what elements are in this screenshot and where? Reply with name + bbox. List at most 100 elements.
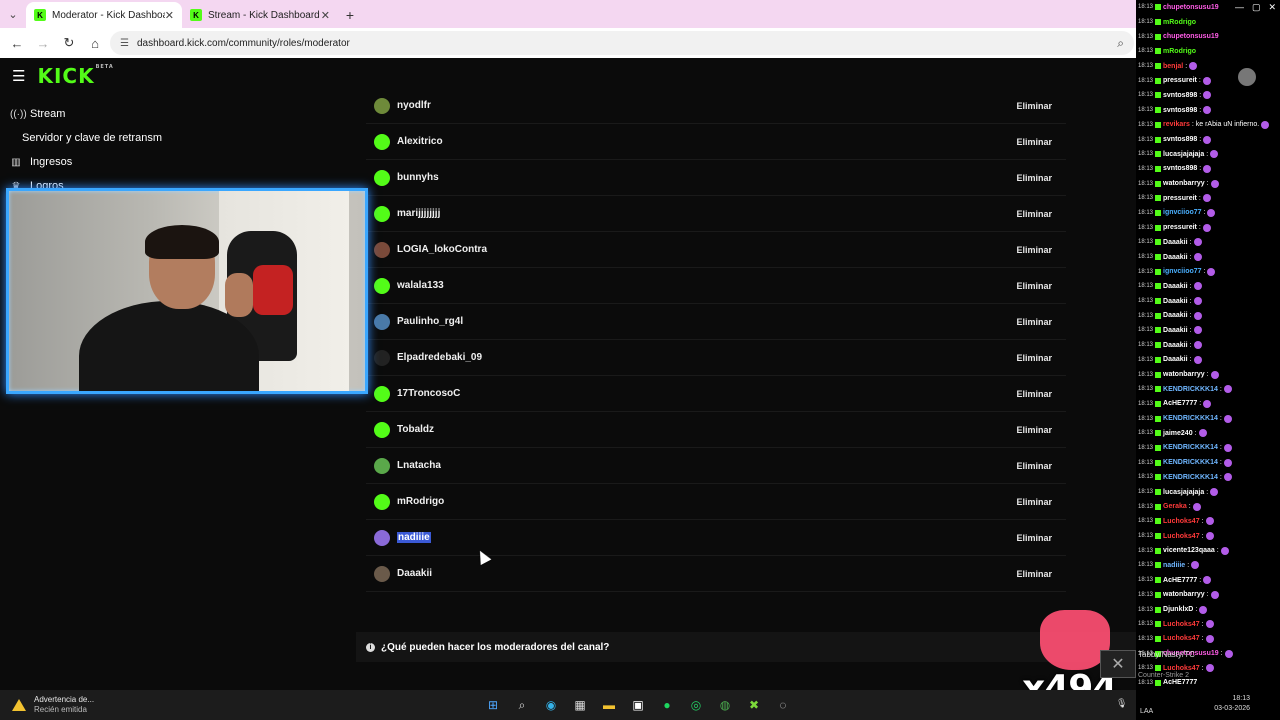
reload-icon[interactable]: ↻ [58,32,80,54]
moderator-name[interactable]: Alexitrico [397,136,1016,147]
chat-username[interactable]: svntos898 [1163,136,1197,143]
moderator-name[interactable]: nyodlfr [397,100,1016,111]
site-info-icon[interactable]: ☰ [120,38,129,49]
moderator-name[interactable]: Paulinho_rg4l [397,316,1016,327]
avatar[interactable] [374,565,390,582]
chat-username[interactable]: Daaakii [1163,356,1188,363]
moderator-name[interactable]: 17TroncosoC [397,388,1016,399]
chat-username[interactable]: ignvciioo77 [1163,268,1202,275]
moderator-name[interactable]: mRodrigo [397,496,1016,507]
chat-username[interactable]: KENDRICKKK14 [1163,386,1218,393]
forward-icon[interactable]: → [32,32,54,54]
chat-username[interactable]: pressureit [1163,195,1197,202]
chat-username[interactable]: svntos898 [1163,165,1197,172]
chat-username[interactable]: Daaakii [1163,254,1188,261]
chat-username[interactable]: chupetonsusu19 [1163,4,1219,11]
chat-username[interactable]: KENDRICKKK14 [1163,444,1218,451]
chrome-icon[interactable]: ◍ [714,694,736,716]
chat-username[interactable]: Daaakii [1163,342,1188,349]
avatar[interactable] [374,241,390,258]
chat-username[interactable]: Geraka [1163,503,1187,510]
sidebar-item-server-key[interactable]: Servidor y clave de retransm [0,126,200,150]
windows-start-icon[interactable]: ⊞ [482,694,504,716]
avatar[interactable] [374,457,390,474]
chat-username[interactable]: Luchoks47 [1163,518,1200,525]
tab-moderator[interactable]: K Moderator - Kick Dashboard ✕ [26,2,182,28]
avatar[interactable] [374,133,390,150]
moderator-name[interactable]: Elpadredebaki_09 [397,352,1016,363]
remove-moderator-button[interactable]: Eliminar [1016,173,1058,183]
chat-username[interactable]: ignvciioo77 [1163,209,1202,216]
close-tab-icon[interactable]: ✕ [165,9,174,22]
sidebar-item-ingresos[interactable]: ▥ Ingresos [0,150,200,174]
chat-username[interactable]: lucasjajajaja [1163,489,1204,496]
zoom-icon[interactable]: ⌕ [1117,36,1124,51]
warning-notification[interactable]: Advertencia de... Recién emitida [0,695,200,715]
avatar[interactable] [374,97,390,114]
chat-username[interactable]: vicente123qaaa [1163,547,1215,554]
chat-username[interactable]: watonbarryy [1163,180,1205,187]
chat-username[interactable]: KENDRICKKK14 [1163,474,1218,481]
chat-username[interactable]: watonbarryy [1163,591,1205,598]
remove-moderator-button[interactable]: Eliminar [1016,245,1058,255]
new-tab-icon[interactable]: + [338,2,362,28]
chat-username[interactable]: svntos898 [1163,107,1197,114]
chat-username[interactable]: lucasjajajaja [1163,151,1204,158]
chat-username[interactable]: jaime240 [1163,430,1193,437]
chat-username[interactable]: revikars [1163,121,1190,128]
moderator-name[interactable]: bunnyhs [397,172,1016,183]
remove-moderator-button[interactable]: Eliminar [1016,569,1058,579]
folder-icon[interactable]: ▬ [598,694,620,716]
chat-username[interactable]: DjunklxD [1163,606,1193,613]
chat-username[interactable]: Daaakii [1163,298,1188,305]
chat-username[interactable]: AcHE7777 [1163,679,1197,686]
language-indicator[interactable]: LAA [1140,708,1153,715]
tab-search-icon[interactable]: ⌄ [0,0,26,28]
sidebar-item-stream[interactable]: ((·)) Stream [0,102,200,126]
minimize-icon[interactable]: — [1235,2,1244,13]
remove-moderator-button[interactable]: Eliminar [1016,317,1058,327]
capture-icon[interactable]: ▣ [627,694,649,716]
remove-moderator-button[interactable]: Eliminar [1016,533,1058,543]
chat-username[interactable]: Luchoks47 [1163,533,1200,540]
whatsapp-icon[interactable]: ◎ [685,694,707,716]
tab-stream[interactable]: K Stream - Kick Dashboard ✕ [182,2,338,28]
maximize-icon[interactable]: ▢ [1252,2,1261,13]
edge-icon[interactable]: ◉ [540,694,562,716]
chat-username[interactable]: Daaakii [1163,239,1188,246]
moderator-name[interactable]: Daaakii [397,568,1016,579]
moderator-name[interactable]: LOGIA_lokoContra [397,244,1016,255]
chat-username[interactable]: mRodrigo [1163,19,1196,26]
avatar[interactable] [374,277,390,294]
url-field[interactable]: ☰ dashboard.kick.com/community/roles/mod… [110,31,1134,55]
chat-username[interactable]: mRodrigo [1163,48,1196,55]
chat-username[interactable]: nadiiie [1163,562,1185,569]
store-icon[interactable]: ▦ [569,694,591,716]
remove-moderator-button[interactable]: Eliminar [1016,389,1058,399]
avatar[interactable] [374,349,390,366]
chat-username[interactable]: watonbarryy [1163,371,1205,378]
kick-logo[interactable]: KICKBETA [37,64,113,88]
moderator-name[interactable]: nadiiie [397,532,431,543]
chat-username[interactable]: svntos898 [1163,92,1197,99]
chat-username[interactable]: Daaakii [1163,283,1188,290]
chat-username[interactable]: Daaakii [1163,312,1188,319]
remove-moderator-button[interactable]: Eliminar [1016,101,1058,111]
chat-username[interactable]: Daaakii [1163,327,1188,334]
remove-moderator-button[interactable]: Eliminar [1016,461,1058,471]
system-clock[interactable]: 18:13 03-03-2026 [1140,690,1280,720]
chat-username[interactable]: Luchoks47 [1163,665,1200,672]
moderator-name[interactable]: walala133 [397,280,1016,291]
chat-username[interactable]: Luchoks47 [1163,621,1200,628]
remove-moderator-button[interactable]: Eliminar [1016,425,1058,435]
remove-moderator-button[interactable]: Eliminar [1016,209,1058,219]
remove-moderator-button[interactable]: Eliminar [1016,353,1058,363]
spotify-icon[interactable]: ● [656,694,678,716]
avatar[interactable] [374,493,390,510]
chat-username[interactable]: KENDRICKKK14 [1163,459,1218,466]
menu-icon[interactable]: ☰ [12,67,25,85]
obs-icon[interactable]: ◌ [772,694,794,716]
moderator-name[interactable]: Tobaldz [397,424,1016,435]
avatar[interactable] [374,385,390,402]
chat-username[interactable]: AcHE7777 [1163,400,1197,407]
